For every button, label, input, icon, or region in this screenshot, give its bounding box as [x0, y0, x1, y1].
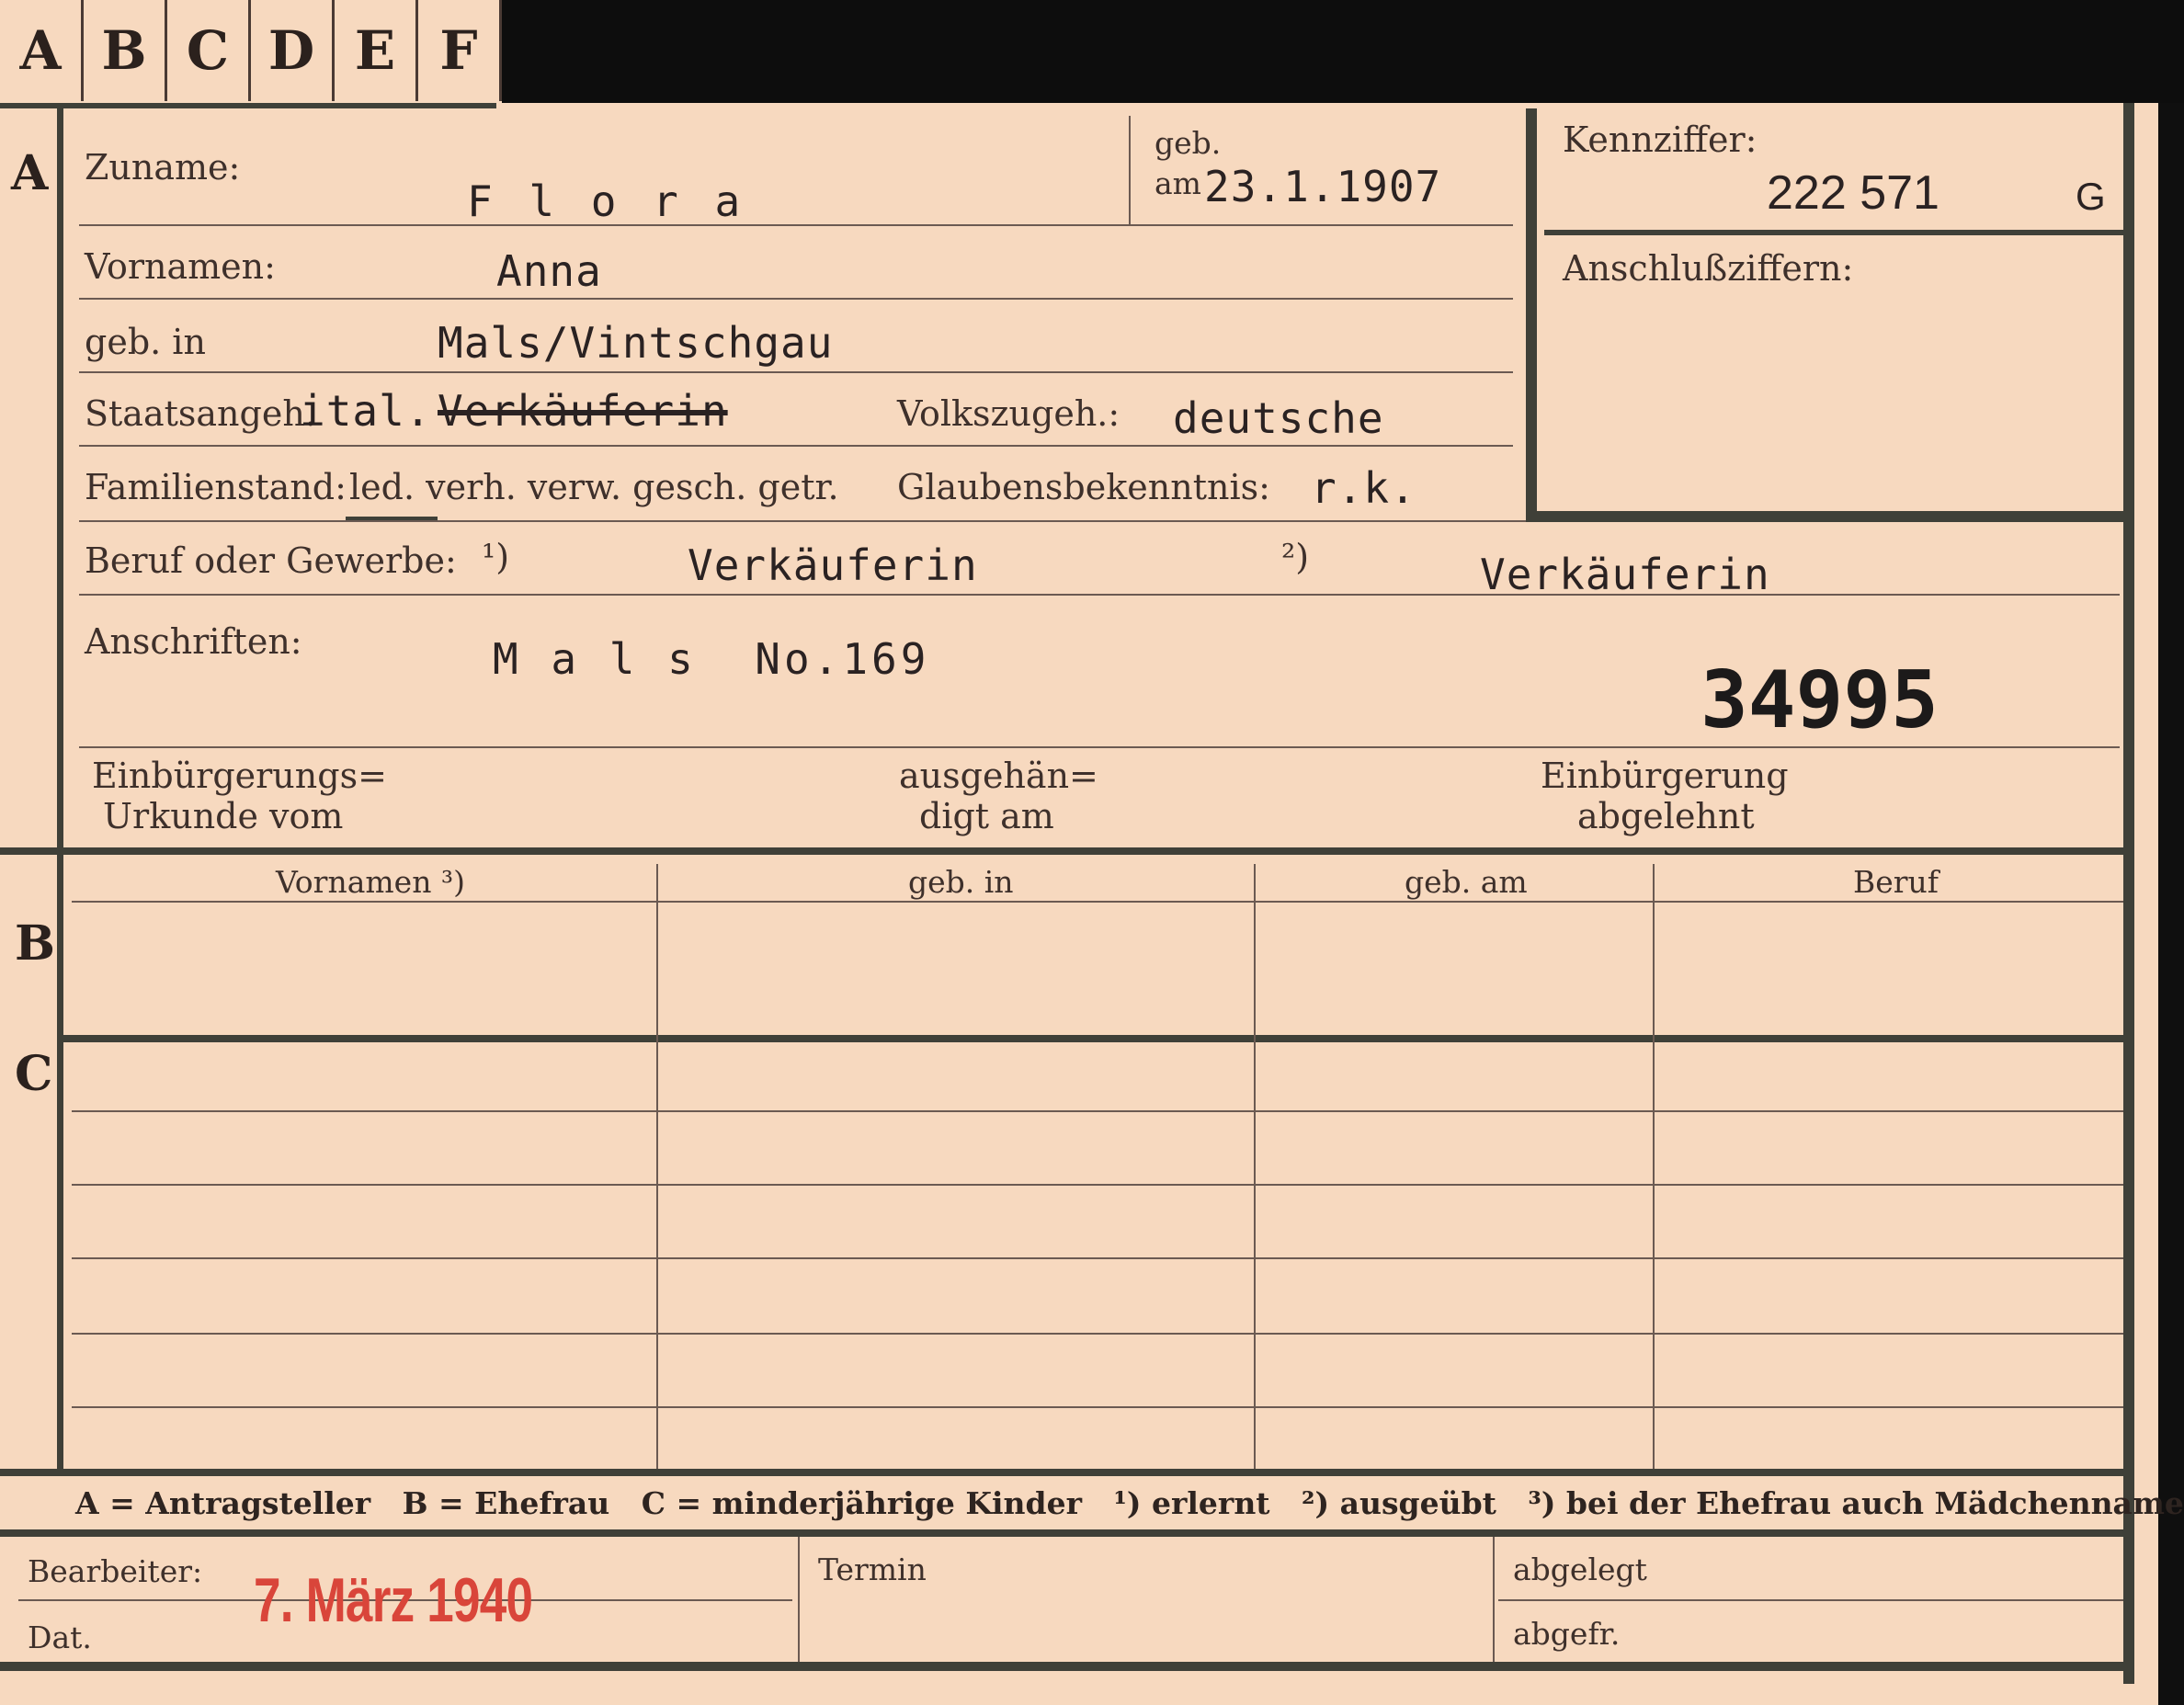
tab-a: A — [0, 0, 84, 101]
table-row-line — [72, 1333, 2123, 1335]
einb-urkunde-label-1: Einbürgerungs= — [92, 756, 387, 796]
zuname-label: Zuname: — [85, 147, 241, 188]
legend-text: A = Antragsteller B = Ehefrau C = minder… — [75, 1485, 2184, 1521]
section-b-letter: B — [15, 915, 55, 972]
beruf-erlernt-value: Verkäuferin — [688, 540, 978, 590]
vornamen-value: Anna — [496, 246, 602, 296]
bottom-divider — [798, 1537, 800, 1664]
kennziffer-divider — [1544, 230, 2123, 235]
tab-d: D — [251, 0, 335, 101]
familienstand-options: led. verh. verw. gesch. getr. — [349, 467, 839, 507]
einb-abgelehnt-label-1: Einbürgerung — [1541, 756, 1789, 796]
row-line — [79, 594, 2120, 596]
beruf-label: Beruf oder Gewerbe: — [85, 540, 457, 581]
table-header-line — [72, 901, 2123, 903]
tab-base-line — [0, 103, 496, 108]
ausgehaendigt-label-2: digt am — [919, 796, 1054, 836]
index-tabs: A B C D E F — [0, 0, 502, 108]
zuname-value: F l o r a — [467, 176, 746, 226]
ausgehaendigt-label-1: ausgehän= — [899, 756, 1098, 796]
right-dark-edge — [2158, 103, 2184, 1705]
table-header-beruf: Beruf — [1853, 864, 1939, 900]
kennziffer-suffix: G — [2076, 175, 2106, 218]
table-header-vornamen: Vornamen ³) — [276, 864, 466, 900]
section-c-letter: C — [15, 1046, 53, 1102]
table-header-geb-in: geb. in — [908, 864, 1014, 900]
section-c-top-rule — [57, 1035, 2134, 1042]
bottom-row-line — [1498, 1599, 2123, 1601]
volkszugeh-label: Volkszugeh.: — [897, 393, 1120, 434]
anschrift-value: M a l s No.169 — [493, 634, 930, 684]
kennziffer-box-left — [1526, 108, 1537, 520]
kennziffer-label: Kennziffer: — [1563, 119, 1757, 160]
geb-am-value: 23.1.1907 — [1204, 162, 1442, 211]
row-line — [79, 371, 1513, 373]
dat-label: Dat. — [28, 1620, 92, 1655]
geb-divider — [1129, 116, 1131, 224]
termin-label: Termin — [818, 1552, 927, 1587]
beruf-footnote-2: ²) — [1281, 537, 1310, 577]
geb-am-label-1: geb. — [1155, 125, 1222, 161]
bearbeiter-label: Bearbeiter: — [28, 1553, 203, 1589]
registration-card: A B C D E F A B C Zuname: F l o r a geb.… — [0, 0, 2184, 1705]
glaube-label: Glaubensbekenntnis: — [897, 467, 1270, 507]
date-stamp: 7. März 1940 — [254, 1565, 533, 1635]
column-divider — [656, 864, 658, 1471]
kennziffer-box-bottom — [1526, 511, 2133, 522]
table-header-geb-am: geb. am — [1405, 864, 1528, 900]
abgelegt-label: abgelegt — [1513, 1552, 1647, 1587]
row-line — [79, 746, 2120, 748]
geb-am-label-2: am — [1155, 165, 1201, 201]
tab-e: E — [335, 0, 418, 101]
bottom-divider — [1493, 1537, 1495, 1664]
column-divider — [1653, 864, 1655, 1471]
geb-in-label: geb. in — [85, 322, 206, 362]
einb-urkunde-label-2: Urkunde vom — [103, 796, 344, 836]
geb-in-value: Mals/Vintschgau — [438, 318, 834, 368]
anschluss-label: Anschlußziffern: — [1563, 248, 1854, 289]
tab-b: B — [84, 0, 167, 101]
table-row-line — [72, 1110, 2123, 1112]
section-b-top-rule — [0, 847, 2134, 855]
kennziffer-value: 222 571 — [1767, 166, 1939, 220]
staatsangeh-struck-value: Verkäuferin — [438, 386, 728, 436]
einb-abgelehnt-label-2: abgelehnt — [1577, 796, 1755, 836]
table-row-line — [72, 1184, 2123, 1186]
beruf-footnote-1: ¹) — [482, 537, 510, 577]
legend-bottom-rule — [0, 1529, 2134, 1537]
row-line — [79, 224, 1513, 226]
abgefr-label: abgefr. — [1513, 1616, 1621, 1652]
beruf-ausgeuebt-value: Verkäuferin — [1480, 550, 1770, 599]
row-line — [79, 520, 1526, 522]
section-a-letter: A — [11, 145, 49, 201]
column-divider — [1254, 864, 1256, 1471]
anschriften-label: Anschriften: — [85, 621, 302, 662]
staatsangeh-label: Staatsangeh. — [85, 393, 316, 434]
familienstand-label: Familienstand: — [85, 467, 347, 507]
legend-top-rule — [0, 1469, 2134, 1476]
tab-c: C — [167, 0, 251, 101]
left-margin-rule — [57, 108, 63, 1471]
top-dark-background — [496, 0, 2184, 103]
tab-f: F — [418, 0, 502, 101]
row-line — [79, 445, 1513, 447]
staatsangeh-value: ital. — [300, 386, 432, 436]
table-row-line — [72, 1257, 2123, 1259]
volkszugeh-value: deutsche — [1173, 393, 1384, 443]
bottom-rule — [0, 1662, 2134, 1671]
vornamen-label: Vornamen: — [85, 246, 276, 287]
row-line — [79, 298, 1513, 300]
table-row-line — [72, 1406, 2123, 1408]
glaube-value: r.k. — [1311, 463, 1416, 513]
right-border — [2123, 103, 2134, 1684]
registration-number: 34995 — [1701, 654, 1939, 746]
